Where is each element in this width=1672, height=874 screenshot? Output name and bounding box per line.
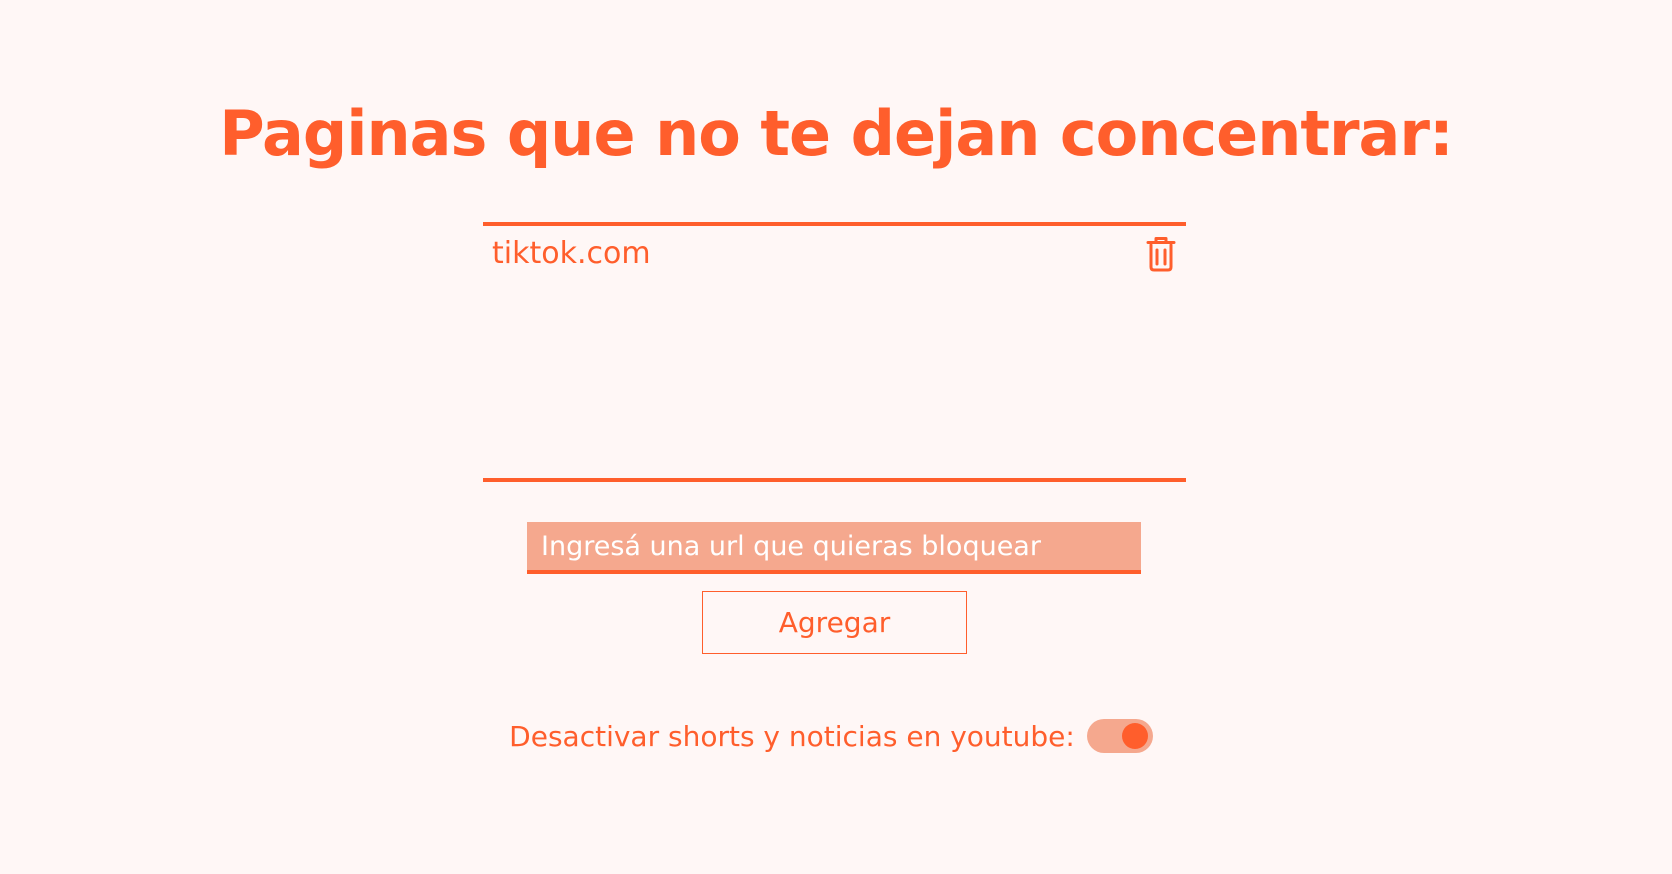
list-item: tiktok.com <box>483 226 1186 282</box>
youtube-toggle[interactable] <box>1086 719 1153 753</box>
trash-icon[interactable] <box>1146 236 1176 272</box>
page-title: Paginas que no te dejan concentrar: <box>219 97 1454 170</box>
blocked-sites-list: tiktok.com <box>483 222 1186 482</box>
youtube-toggle-label: Desactivar shorts y noticias en youtube: <box>509 719 1075 753</box>
url-input[interactable] <box>527 522 1141 574</box>
add-button[interactable]: Agregar <box>702 591 967 654</box>
list-item-label: tiktok.com <box>492 236 651 271</box>
toggle-knob <box>1121 723 1148 749</box>
youtube-option-row: Desactivar shorts y noticias en youtube: <box>0 716 1672 756</box>
